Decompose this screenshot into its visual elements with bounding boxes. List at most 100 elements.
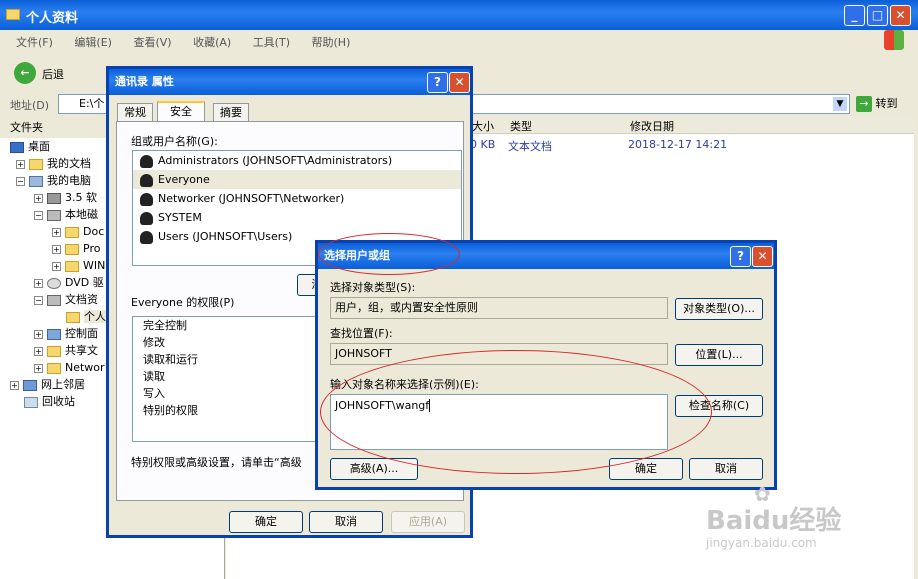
menu-help[interactable]: 帮助(H) <box>312 36 351 49</box>
perm-row: 写入 <box>143 387 165 400</box>
col-type[interactable]: 类型 <box>510 118 532 134</box>
go-arrow-icon: → <box>856 96 872 112</box>
expand-icon[interactable]: + <box>52 244 61 254</box>
expand-icon[interactable]: + <box>52 227 61 237</box>
object-type-field: 用户，组，或内置安全性原则 <box>330 297 668 319</box>
col-size[interactable]: 大小 <box>472 118 494 134</box>
names-label: 输入对象名称来选择(示例)(E): <box>330 378 479 391</box>
permissions-label: Everyone 的权限(P) <box>131 296 235 309</box>
sidebar-tree: 桌面 + 我的文档 − 我的电脑 +3.5 软 − 本地磁 + Doc + Pro + WI… <box>10 138 106 410</box>
user-row-selected[interactable]: Everyone <box>133 170 461 189</box>
file-size: 0 KB <box>470 138 496 151</box>
select-title: 选择用户或组 <box>324 249 390 262</box>
expand-icon[interactable]: + <box>10 380 19 390</box>
permissions-list[interactable]: 完全控制 修改 读取和运行 读取 写入 特别的权限 <box>132 316 332 442</box>
tree-docs[interactable]: + Doc <box>10 223 106 240</box>
group-label: 组或用户名称(G): <box>131 135 218 148</box>
location-field: JOHNSOFT <box>330 343 668 365</box>
tree-windows[interactable]: + WIN <box>10 257 106 274</box>
maximize-button[interactable]: □ <box>867 5 888 26</box>
expand-icon[interactable]: + <box>34 278 43 288</box>
advanced-button[interactable]: 高级(A)... <box>330 458 418 480</box>
menu-edit[interactable]: 编辑(E) <box>74 36 112 49</box>
expand-icon[interactable]: + <box>34 193 43 203</box>
folder-icon <box>6 9 20 20</box>
names-value: JOHNSOFT\wangf <box>335 399 431 412</box>
folder-icon <box>47 345 61 357</box>
tree-networker[interactable]: + Networ <box>10 359 106 376</box>
chevron-down-icon[interactable]: ▼ <box>833 97 847 111</box>
tab-security[interactable]: 安全 <box>157 101 205 122</box>
help-button[interactable]: ? <box>427 72 448 93</box>
explorer-titlebar: 个人资料 _ □ ✕ <box>0 0 918 30</box>
names-input[interactable]: JOHNSOFT\wangf <box>330 394 668 450</box>
tree-network[interactable]: + 网上邻居 <box>10 376 106 393</box>
expand-icon[interactable]: + <box>34 346 43 356</box>
collapse-icon[interactable]: − <box>34 210 43 220</box>
folder-icon <box>65 226 79 238</box>
perm-row: 读取和运行 <box>143 353 198 366</box>
go-button[interactable]: → 转到 <box>856 95 898 112</box>
expand-icon[interactable]: + <box>34 363 43 373</box>
user-row[interactable]: SYSTEM <box>133 208 461 227</box>
address-input-right[interactable]: ▼ <box>470 94 850 114</box>
user-group-icon <box>140 173 153 187</box>
folder-icon <box>65 243 79 255</box>
dvd-icon <box>47 277 61 289</box>
tree-my-computer[interactable]: − 我的电脑 <box>10 172 106 189</box>
tab-summary[interactable]: 摘要 <box>213 103 249 121</box>
tree-control-panel[interactable]: + 控制面 <box>10 325 106 342</box>
tree-my-docs[interactable]: + 我的文档 <box>10 155 106 172</box>
menu-view[interactable]: 查看(V) <box>133 36 171 49</box>
user-icon <box>140 192 153 206</box>
apply-button[interactable]: 应用(A) <box>391 511 465 533</box>
ok-button[interactable]: 确定 <box>229 511 303 533</box>
tree-floppy[interactable]: +3.5 软 <box>10 189 106 206</box>
menu-favorites[interactable]: 收藏(A) <box>193 36 231 49</box>
location-button[interactable]: 位置(L)... <box>675 344 763 366</box>
tab-general[interactable]: 常规 <box>117 103 153 121</box>
cancel-button[interactable]: 取消 <box>309 511 383 533</box>
tree-dvd[interactable]: + DVD 驱 <box>10 274 106 291</box>
back-arrow-icon: ← <box>14 62 36 84</box>
close-button[interactable]: ✕ <box>752 246 773 267</box>
object-type-value: 用户，组，或内置安全性原则 <box>335 301 478 314</box>
disk-icon <box>47 294 61 306</box>
expand-icon[interactable]: + <box>16 159 25 169</box>
collapse-icon[interactable]: − <box>34 295 43 305</box>
user-row[interactable]: Networker (JOHNSOFT\Networker) <box>133 189 461 208</box>
address-value: E:\个 <box>79 97 105 110</box>
tree-local-disk[interactable]: − 本地磁 <box>10 206 106 223</box>
location-label: 查找位置(F): <box>330 327 393 340</box>
expand-icon[interactable]: + <box>34 329 43 339</box>
tree-personal[interactable]: 个人 <box>10 308 106 325</box>
ok-button[interactable]: 确定 <box>609 458 683 480</box>
window-title: 个人资料 <box>26 11 79 26</box>
select-users-dialog: 选择用户或组 ? ✕ 选择对象类型(S): 用户，组，或内置安全性原则 对象类型… <box>315 240 777 490</box>
cancel-button[interactable]: 取消 <box>689 458 763 480</box>
control-panel-icon <box>47 328 61 340</box>
col-date[interactable]: 修改日期 <box>630 118 674 134</box>
location-value: JOHNSOFT <box>335 347 392 360</box>
minimize-button[interactable]: _ <box>844 5 865 26</box>
properties-titlebar: 通讯录 属性 ? ✕ <box>109 69 470 95</box>
tree-recycle[interactable]: 回收站 <box>10 393 106 410</box>
close-button[interactable]: ✕ <box>449 72 470 93</box>
tree-desktop[interactable]: 桌面 <box>10 138 106 155</box>
menu-file[interactable]: 文件(F) <box>16 36 53 49</box>
menu-tools[interactable]: 工具(T) <box>253 36 290 49</box>
object-type-button[interactable]: 对象类型(O)... <box>675 298 763 320</box>
tree-program[interactable]: + Pro <box>10 240 106 257</box>
back-label: 后退 <box>42 68 64 81</box>
tree-doc-data[interactable]: − 文档资 <box>10 291 106 308</box>
expand-icon[interactable]: + <box>52 261 61 271</box>
close-button[interactable]: ✕ <box>890 5 911 26</box>
user-row[interactable]: Administrators (JOHNSOFT\Administrators) <box>133 151 461 170</box>
object-type-label: 选择对象类型(S): <box>330 281 416 294</box>
check-names-button[interactable]: 检查名称(C) <box>675 395 763 417</box>
help-button[interactable]: ? <box>730 246 751 267</box>
tree-shared[interactable]: + 共享文 <box>10 342 106 359</box>
user-group-icon <box>140 211 153 225</box>
floppy-icon <box>47 192 61 204</box>
collapse-icon[interactable]: − <box>16 176 25 186</box>
